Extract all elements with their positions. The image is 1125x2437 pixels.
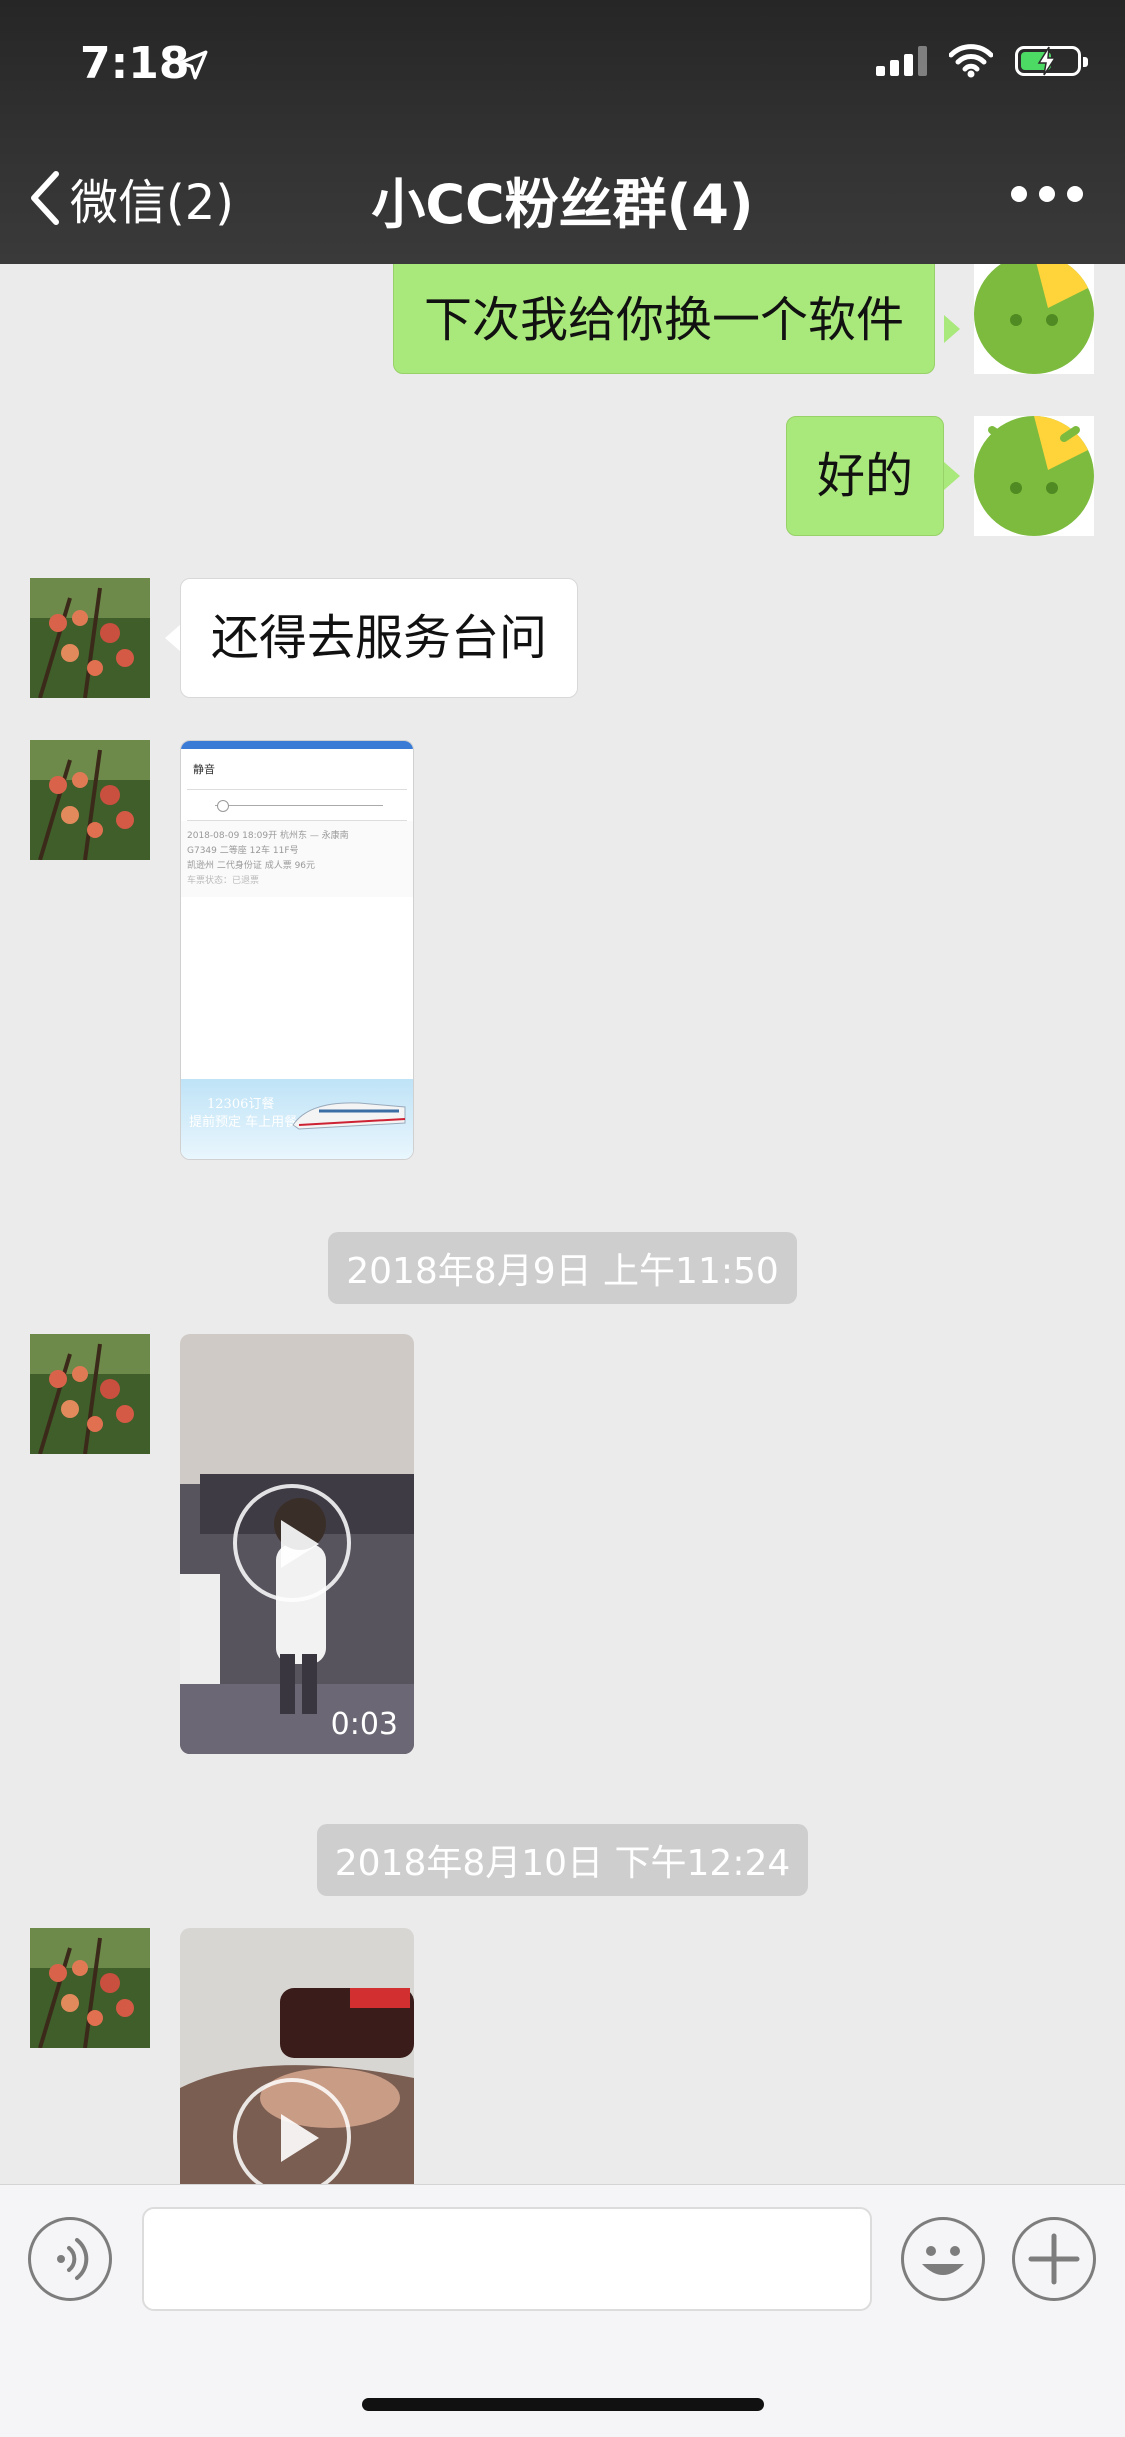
preview-row: 凯逊州 二代身份证 成人票 96元 (187, 861, 316, 871)
emoji-icon (922, 2246, 964, 2275)
emoji-button[interactable] (901, 2217, 985, 2301)
message-timestamp: 2018年8月9日 上午11:50 (0, 1232, 1125, 1304)
preview-row: G7349 二等座 12车 11F号 (187, 846, 299, 856)
outgoing-message-bubble[interactable]: 好的 (786, 416, 945, 536)
member-avatar[interactable] (30, 740, 150, 860)
preview-row: 2018-08-09 18:09开 杭州东 — 永康南 (187, 831, 349, 841)
peach-tree-avatar-image (30, 1334, 150, 1454)
message-text: 下次我给你换一个软件 (424, 292, 905, 348)
home-indicator[interactable] (362, 2398, 764, 2411)
play-icon[interactable] (233, 1484, 351, 1602)
status-icons (876, 44, 1088, 78)
chat-title: 小CC粉丝群(4) (371, 173, 754, 236)
more-options-button[interactable] (1011, 186, 1083, 202)
message-text: 还得去服务台问 (211, 610, 548, 666)
wifi-icon (949, 44, 993, 78)
preview-header: 静音 (193, 763, 215, 776)
peach-tree-avatar-image (30, 578, 150, 698)
location-arrow-icon (178, 50, 208, 80)
image-message[interactable]: 静音 2018-08-09 18:09开 杭州东 — 永康南 G7349 二等座… (180, 740, 414, 1160)
my-avatar[interactable] (974, 264, 1094, 374)
train-icon (292, 1102, 406, 1130)
message-input[interactable] (142, 2207, 872, 2311)
member-avatar[interactable] (30, 1334, 150, 1454)
top-bar: 7:18 微信(2) 小CC粉丝群(4) (0, 0, 1125, 264)
chat-message-list[interactable]: 下次我给你换一个软件 好的 还得去服务台问 静音 2018-08-09 18:0… (0, 264, 1125, 2184)
avatar-image (974, 264, 1094, 374)
banner-text: 12306订餐 (207, 1097, 275, 1112)
peach-tree-avatar-image (30, 740, 150, 860)
voice-button[interactable] (28, 2217, 112, 2301)
cellular-signal-icon (876, 46, 927, 76)
voice-icon (57, 2238, 89, 2280)
my-avatar[interactable] (974, 416, 1094, 536)
more-features-button[interactable] (1012, 2217, 1096, 2301)
video-message[interactable] (180, 1928, 414, 2184)
video-message[interactable]: 0:03 (180, 1334, 414, 1754)
message-text: 好的 (817, 448, 914, 504)
video-duration: 0:03 (330, 1707, 398, 1742)
status-time: 7:18 (80, 38, 190, 89)
banner-text: 提前预定 车上用餐 (189, 1115, 298, 1130)
avatar-image (974, 416, 1094, 536)
peach-tree-avatar-image (30, 1928, 150, 2048)
train-banner: 12306订餐 提前预定 车上用餐 (181, 1079, 413, 1159)
member-avatar[interactable] (30, 1928, 150, 2048)
member-avatar[interactable] (30, 578, 150, 698)
play-icon[interactable] (233, 2078, 351, 2184)
message-timestamp: 2018年8月10日 下午12:24 (0, 1824, 1125, 1896)
outgoing-message-bubble[interactable]: 下次我给你换一个软件 (393, 264, 936, 374)
plus-icon (1028, 2233, 1080, 2285)
battery-icon (1015, 46, 1088, 76)
preview-row: 车票状态：已退票 (187, 876, 260, 886)
incoming-message-bubble[interactable]: 还得去服务台问 (180, 578, 579, 698)
